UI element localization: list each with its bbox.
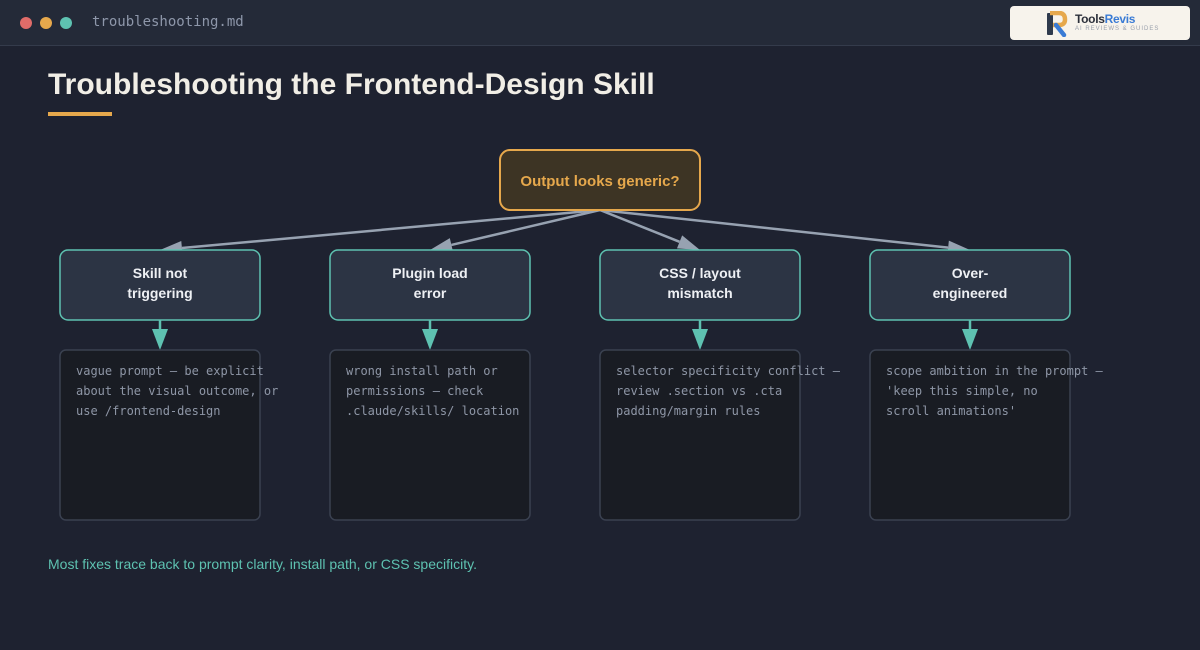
connector-arrowhead-css-layout-mismatch [676, 235, 700, 250]
detail-text-plugin-load-error: .claude/skills/ location [346, 404, 519, 418]
detail-text-plugin-load-error: permissions — check [346, 384, 484, 398]
detail-text-css-layout-mismatch: padding/margin rules [616, 404, 761, 418]
branch-label-css-layout-mismatch: CSS / layout [659, 265, 741, 281]
detail-text-over-engineered: scroll animations' [886, 404, 1016, 418]
branch-label-over-engineered: Over- [952, 265, 989, 281]
troubleshooting-flowchart: Output looks generic? Skill not triggering… [59, 149, 1104, 521]
down-arrow-head-css-layout-mismatch [692, 329, 708, 350]
detail-text-css-layout-mismatch: selector specificity conflict — [616, 364, 841, 378]
down-arrow-head-over-engineered [962, 329, 978, 350]
detail-text-skill-not-triggering: about the visual outcome, or [76, 384, 278, 398]
detail-text-css-layout-mismatch: review .section vs .cta [616, 384, 782, 398]
branch-label-skill-not-triggering: triggering [127, 285, 192, 301]
detail-text-over-engineered: 'keep this simple, no [886, 384, 1038, 398]
branch-label-over-engineered: engineered [933, 285, 1008, 301]
detail-text-over-engineered: scope ambition in the prompt — [886, 364, 1104, 378]
branch-label-plugin-load-error: error [414, 285, 447, 301]
connector-line-plugin-load-error [451, 208, 601, 247]
summary-caption: Most fixes trace back to prompt clarity,… [48, 556, 477, 572]
branch-label-skill-not-triggering: Skill not [133, 265, 188, 281]
detail-text-plugin-load-error: wrong install path or [346, 364, 498, 378]
down-arrow-head-skill-not-triggering [152, 329, 168, 350]
detail-text-skill-not-triggering: use /frontend-design [76, 404, 221, 418]
connector-line-over-engineered [599, 208, 949, 249]
detail-text-skill-not-triggering: vague prompt — be explicit [76, 364, 264, 378]
root-question-label: Output looks generic? [520, 173, 679, 190]
branch-label-plugin-load-error: Plugin load [392, 265, 467, 281]
down-arrow-head-plugin-load-error [422, 329, 438, 350]
branch-label-css-layout-mismatch: mismatch [667, 285, 732, 301]
connector-line-skill-not-triggering [181, 208, 601, 250]
